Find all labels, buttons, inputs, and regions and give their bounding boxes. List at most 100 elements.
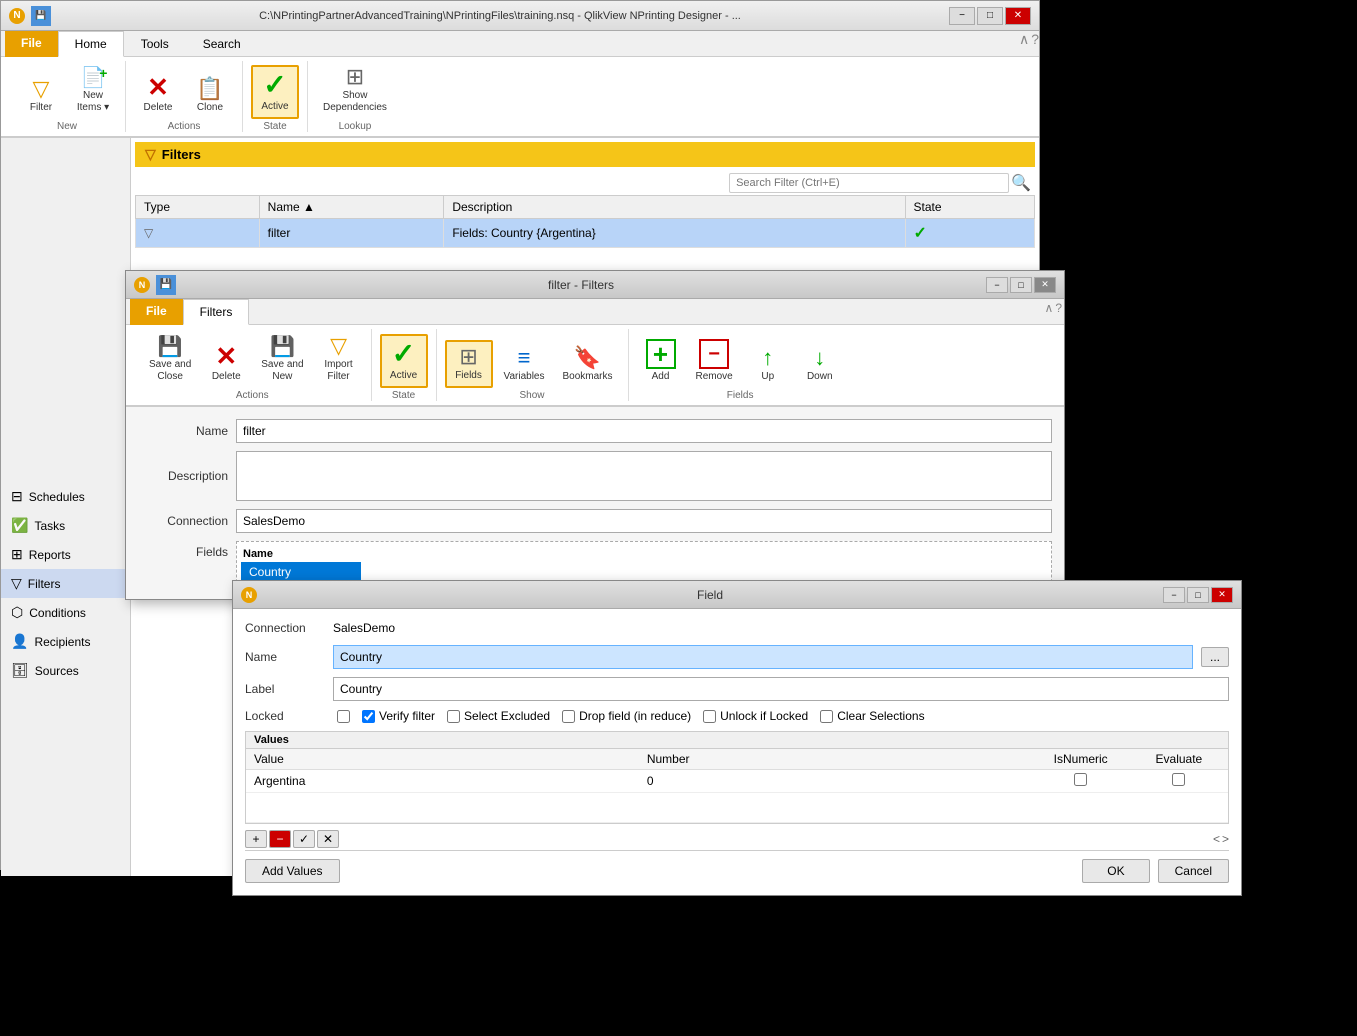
clear-selections-checkbox[interactable]: Clear Selections bbox=[820, 709, 924, 723]
filter-dialog-save[interactable]: 💾 bbox=[156, 275, 176, 295]
filter-dialog: N 💾 filter - Filters − □ ✕ File Filters … bbox=[125, 270, 1065, 600]
values-cancel-btn[interactable]: ✕ bbox=[317, 830, 339, 848]
filter-dialog-close[interactable]: ✕ bbox=[1034, 277, 1056, 293]
select-excluded-checkbox[interactable]: Select Excluded bbox=[447, 709, 550, 723]
values-col-number: Number bbox=[639, 749, 934, 770]
field-dialog-close[interactable]: ✕ bbox=[1211, 587, 1233, 603]
field-dialog-titlebar: N Field − □ ✕ bbox=[233, 581, 1241, 609]
filter-nav-up[interactable]: ∧ bbox=[1045, 301, 1054, 322]
add-values-button[interactable]: Add Values bbox=[245, 859, 340, 883]
clear-selections-input[interactable] bbox=[820, 710, 833, 723]
evaluate-check[interactable] bbox=[1172, 773, 1185, 786]
field-label-input[interactable] bbox=[333, 677, 1229, 701]
save-icon[interactable]: 💾 bbox=[31, 6, 51, 26]
save-new-button[interactable]: 💾 Save andNew bbox=[254, 329, 310, 388]
filter-dialog-maximize[interactable]: □ bbox=[1010, 277, 1032, 293]
select-excluded-input[interactable] bbox=[447, 710, 460, 723]
search-input[interactable] bbox=[729, 173, 1009, 193]
tab-file[interactable]: File bbox=[5, 31, 58, 57]
bookmarks-button[interactable]: 🔖 Bookmarks bbox=[555, 342, 619, 388]
bookmarks-label: Bookmarks bbox=[562, 371, 612, 383]
filter-tab-file[interactable]: File bbox=[130, 299, 183, 325]
field-dialog-maximize[interactable]: □ bbox=[1187, 587, 1209, 603]
drop-field-checkbox[interactable]: Drop field (in reduce) bbox=[562, 709, 691, 723]
values-add-btn[interactable]: + bbox=[245, 830, 267, 848]
table-row[interactable]: ▽ filter Fields: Country {Argentina} ✓ bbox=[136, 219, 1035, 248]
minimize-button[interactable]: − bbox=[949, 7, 975, 25]
description-input[interactable] bbox=[236, 451, 1052, 501]
ok-button[interactable]: OK bbox=[1082, 859, 1149, 883]
field-connection-row: Connection SalesDemo bbox=[245, 621, 1229, 635]
locked-checkbox[interactable] bbox=[337, 710, 350, 723]
values-remove-btn[interactable]: − bbox=[269, 830, 291, 848]
locked-check-input[interactable] bbox=[337, 710, 350, 723]
show-deps-button[interactable]: ⊞ ShowDependencies bbox=[316, 61, 394, 119]
maximize-button[interactable]: □ bbox=[977, 7, 1003, 25]
up-field-button[interactable]: ↑ Up bbox=[744, 342, 792, 388]
sidebar-item-reports[interactable]: ⊞ Reports bbox=[1, 540, 130, 569]
unlock-locked-input[interactable] bbox=[703, 710, 716, 723]
tab-search[interactable]: Search bbox=[186, 31, 258, 57]
drop-field-input[interactable] bbox=[562, 710, 575, 723]
sidebar-item-filters[interactable]: ▽ Filters bbox=[1, 569, 130, 598]
nav-help[interactable]: ? bbox=[1031, 31, 1039, 56]
remove-field-button[interactable]: − Remove bbox=[689, 334, 740, 388]
field-label-label: Label bbox=[245, 682, 325, 696]
values-check-btn[interactable]: ✓ bbox=[293, 830, 315, 848]
field-bottom-bar: Add Values OK Cancel bbox=[245, 859, 1229, 883]
col-name[interactable]: Name ▲ bbox=[259, 196, 444, 219]
add-field-label: Add bbox=[652, 371, 670, 383]
sidebar-item-tasks[interactable]: ✅ Tasks bbox=[1, 511, 130, 540]
verify-filter-input[interactable] bbox=[362, 710, 375, 723]
filter-tab-filters[interactable]: Filters bbox=[183, 299, 250, 325]
reports-label: Reports bbox=[29, 548, 71, 562]
values-table: Value Number IsNumeric Evaluate Argentin… bbox=[246, 749, 1228, 793]
up-field-icon: ↑ bbox=[762, 347, 773, 369]
nav-up[interactable]: ∧ bbox=[1019, 31, 1029, 56]
row-type-icon: ▽ bbox=[144, 226, 153, 240]
scroll-left[interactable]: < bbox=[1213, 832, 1220, 846]
name-input[interactable] bbox=[236, 419, 1052, 443]
connection-input[interactable] bbox=[236, 509, 1052, 533]
delete-button[interactable]: ✕ Delete bbox=[134, 69, 182, 119]
new-items-button[interactable]: 📄 + NewItems ▾ bbox=[69, 61, 117, 119]
isnumeric-cell bbox=[1032, 770, 1130, 793]
unlock-locked-checkbox[interactable]: Unlock if Locked bbox=[703, 709, 808, 723]
main-ribbon: ▽ Filter 📄 + NewItems ▾ New ✕ Delete bbox=[1, 57, 1039, 138]
import-filter-button[interactable]: ▽ ImportFilter bbox=[315, 330, 363, 388]
filter-delete-button[interactable]: ✕ Delete bbox=[202, 338, 250, 388]
sidebar-item-conditions[interactable]: ⬡ Conditions bbox=[1, 598, 130, 627]
search-icon[interactable]: 🔍 bbox=[1011, 173, 1031, 193]
close-button[interactable]: ✕ bbox=[1005, 7, 1031, 25]
filter-nav-help[interactable]: ? bbox=[1055, 301, 1062, 322]
add-field-button[interactable]: + Add bbox=[637, 334, 685, 388]
add-field-icon: + bbox=[646, 339, 676, 369]
sidebar-item-sources[interactable]: 🗄 Sources bbox=[1, 656, 130, 685]
lookup-buttons: ⊞ ShowDependencies bbox=[316, 61, 394, 119]
sidebar-item-recipients[interactable]: 👤 Recipients bbox=[1, 627, 130, 656]
values-table-row[interactable]: Argentina 0 bbox=[246, 770, 1228, 793]
tab-tools[interactable]: Tools bbox=[124, 31, 186, 57]
cancel-button[interactable]: Cancel bbox=[1158, 859, 1229, 883]
variables-button[interactable]: ≡ Variables bbox=[497, 342, 552, 388]
fields-column-header: Name bbox=[241, 546, 1047, 562]
sidebar-item-schedules[interactable]: ⊟ Schedules bbox=[1, 482, 130, 511]
filter-button[interactable]: ▽ Filter bbox=[17, 73, 65, 119]
filter-active-button[interactable]: ✓ Active bbox=[380, 334, 428, 388]
fields-show-button[interactable]: ⊞ Fields bbox=[445, 340, 493, 388]
down-field-button[interactable]: ↓ Down bbox=[796, 342, 844, 388]
tab-home[interactable]: Home bbox=[58, 31, 124, 57]
clone-button[interactable]: 📋 Clone bbox=[186, 73, 234, 119]
field-locked-row: Locked Verify filter Select Excluded Dro… bbox=[245, 709, 1229, 723]
scroll-right[interactable]: > bbox=[1222, 832, 1229, 846]
app-icon: N bbox=[9, 8, 25, 24]
save-close-button[interactable]: 💾 Save andClose bbox=[142, 329, 198, 388]
active-state-button[interactable]: ✓ Active bbox=[251, 65, 299, 119]
field-name-browse[interactable]: ... bbox=[1201, 647, 1229, 667]
isnumeric-check[interactable] bbox=[1074, 773, 1087, 786]
country-field-item[interactable]: Country bbox=[241, 562, 361, 582]
field-name-input[interactable] bbox=[333, 645, 1193, 669]
filter-dialog-minimize[interactable]: − bbox=[986, 277, 1008, 293]
verify-filter-checkbox[interactable]: Verify filter bbox=[362, 709, 435, 723]
field-dialog-minimize[interactable]: − bbox=[1163, 587, 1185, 603]
